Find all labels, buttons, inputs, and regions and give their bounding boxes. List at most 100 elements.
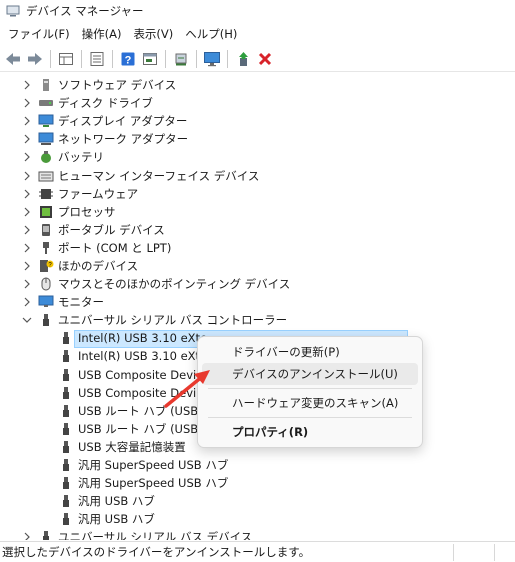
usb-controller-icon [38,530,54,540]
uninstall-x-icon[interactable] [254,48,276,70]
monitor-icon [38,295,54,309]
category-label: マウスとそのほかのポインティング デバイス [58,277,291,292]
category-disk-drives[interactable]: ディスク ドライブ [0,94,515,112]
menu-help[interactable]: ヘルプ(H) [181,26,241,42]
update-driver-icon[interactable] [232,48,254,70]
category-network-adapters[interactable]: ネットワーク アダプター [0,130,515,148]
usb-device-icon [58,349,74,363]
category-label: ファームウェア [58,186,139,201]
category-software-devices[interactable]: ソフトウェア デバイス [0,76,515,94]
chevron-right-icon[interactable] [20,259,34,273]
software-device-icon [38,78,54,92]
category-label: ディスク ドライブ [58,96,153,111]
menu-bar: ファイル(F) 操作(A) 表示(V) ヘルプ(H) [0,24,515,44]
category-label: ディスプレイ アダプター [58,114,188,129]
status-text: 選択したデバイスのドライバーをアンインストールします。 [2,545,311,559]
chevron-right-icon[interactable] [20,187,34,201]
usb-device-label: USB ルート ハブ (USB 3. [78,403,213,418]
toolbar-separator [165,49,166,68]
category-ports[interactable]: ポート (COM と LPT) [0,239,515,257]
usb-device-icon [58,368,74,382]
menu-action[interactable]: 操作(A) [78,26,126,42]
toolbar-separator [112,49,113,68]
category-label: ヒューマン インターフェイス デバイス [58,168,260,183]
chevron-right-icon[interactable] [20,295,34,309]
console-icon[interactable] [139,48,161,70]
device-manager-app-icon [6,5,20,17]
category-label: ポータブル デバイス [58,222,165,237]
scan-hardware-icon[interactable] [170,48,192,70]
back-arrow-icon[interactable] [2,48,24,70]
usb-device-icon [58,386,74,400]
category-label: モニター [58,295,104,310]
chevron-right-icon[interactable] [20,114,34,128]
battery-icon [38,150,54,164]
usb-device-row[interactable]: 汎用 SuperSpeed USB ハブ [0,474,515,492]
status-divider [494,544,495,561]
category-battery[interactable]: バッテリ [0,148,515,166]
usb-device-icon [58,494,74,508]
chevron-right-icon[interactable] [20,205,34,219]
toolbar-separator [227,49,228,68]
toolbar-separator [50,49,51,68]
chevron-right-icon[interactable] [20,78,34,92]
usb-device-icon [58,331,74,345]
category-display-adapters[interactable]: ディスプレイ アダプター [0,112,515,130]
category-portable-devices[interactable]: ポータブル デバイス [0,221,515,239]
usb-device-label: USB Composite Devi [78,385,197,400]
usb-device-label: Intel(R) USB 3.10 eXte [78,349,208,364]
category-label: プロセッサ [58,204,116,219]
chevron-right-icon[interactable] [20,132,34,146]
usb-device-row[interactable]: 汎用 USB ハブ [0,510,515,528]
category-usb-controllers[interactable]: ユニバーサル シリアル バス コントローラー [0,311,515,329]
category-monitors[interactable]: モニター [0,293,515,311]
category-usb-devices[interactable]: ユニバーサル シリアル バス デバイス [0,528,515,540]
list-view-icon[interactable] [86,48,108,70]
usb-device-row[interactable]: 汎用 SuperSpeed USB ハブ [0,456,515,474]
usb-device-label: USB 大容量記憶装置 [78,439,186,454]
menu-update-driver[interactable]: ドライバーの更新(P) [202,341,418,363]
category-label: ソフトウェア デバイス [58,78,177,93]
status-divider [453,544,454,561]
category-hid[interactable]: ヒューマン インターフェイス デバイス [0,166,515,184]
properties-grid-icon[interactable] [55,48,77,70]
usb-device-row[interactable]: 汎用 USB ハブ [0,492,515,510]
usb-controller-icon [38,313,54,327]
usb-device-label: USB ルート ハブ (USB 3. [78,421,213,436]
category-label: ほかのデバイス [58,258,139,273]
help-icon[interactable]: ? [117,48,139,70]
chevron-right-icon[interactable] [20,150,34,164]
chevron-right-icon[interactable] [20,277,34,291]
menu-uninstall-device[interactable]: デバイスのアンインストール(U) [202,363,418,385]
forward-arrow-icon[interactable] [24,48,46,70]
menu-file[interactable]: ファイル(F) [4,26,74,42]
chevron-right-icon[interactable] [20,96,34,110]
menu-view[interactable]: 表示(V) [129,26,177,42]
chevron-right-icon[interactable] [20,241,34,255]
menu-properties[interactable]: プロパティ(R) [202,421,418,443]
toolbar-separator [81,49,82,68]
category-firmware[interactable]: ファームウェア [0,185,515,203]
portable-device-icon [38,223,54,237]
category-other-devices[interactable]: ? ほかのデバイス [0,257,515,275]
usb-device-icon [58,476,74,490]
category-mice[interactable]: マウスとそのほかのポインティング デバイス [0,275,515,293]
chevron-down-icon[interactable] [20,313,34,327]
usb-device-icon [58,512,74,526]
category-label: ポート (COM と LPT) [58,240,172,255]
status-bar: 選択したデバイスのドライバーをアンインストールします。 [0,541,515,562]
network-adapter-icon [38,132,54,146]
category-processors[interactable]: プロセッサ [0,203,515,221]
chevron-right-icon[interactable] [20,530,34,540]
usb-device-icon [58,440,74,454]
chevron-right-icon[interactable] [20,223,34,237]
svg-text:?: ? [125,54,132,66]
chevron-right-icon[interactable] [20,169,34,183]
usb-device-icon [58,458,74,472]
monitor-icon[interactable] [201,48,223,70]
menu-scan-hardware[interactable]: ハードウェア変更のスキャン(A) [202,392,418,414]
usb-device-label: USB Composite Devic [78,367,203,382]
disk-drive-icon [38,96,54,110]
usb-device-icon [58,404,74,418]
display-adapter-icon [38,114,54,128]
